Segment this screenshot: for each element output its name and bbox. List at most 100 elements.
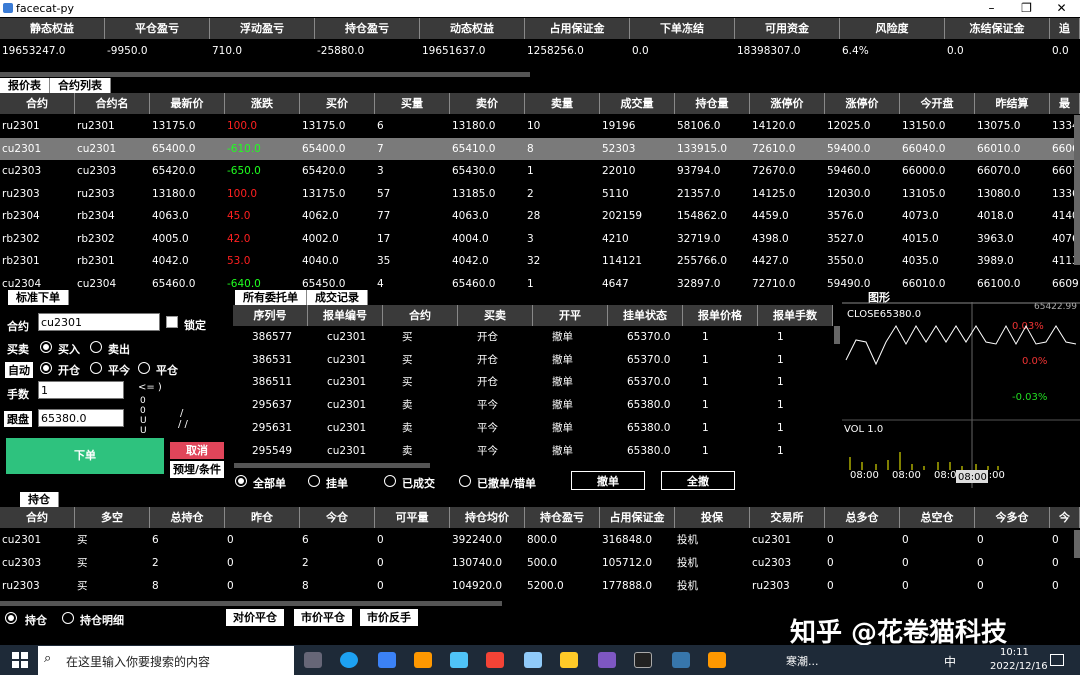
quote-header-col-2[interactable]: 最新价: [150, 93, 225, 114]
preset-order-button[interactable]: 预埋/条件: [170, 461, 224, 478]
tab-trades[interactable]: 成交记录: [307, 290, 368, 305]
edge-browser-icon[interactable]: [340, 652, 358, 668]
contract-input[interactable]: cu2301: [38, 313, 160, 331]
positions-header-col-6[interactable]: 持仓均价: [450, 507, 525, 528]
account-header-col-8[interactable]: 风险度: [840, 18, 945, 39]
positions-header-col-1[interactable]: 多空: [75, 507, 150, 528]
close-radio[interactable]: [138, 362, 150, 374]
account-header-col-4[interactable]: 动态权益: [420, 18, 525, 39]
account-header-col-6[interactable]: 下单冻结: [630, 18, 735, 39]
orders-header-col-4[interactable]: 开平: [533, 305, 608, 326]
quote-header-col-3[interactable]: 涨跌: [225, 93, 300, 114]
account-header-col-2[interactable]: 浮动盈亏: [210, 18, 315, 39]
orders-hscroll[interactable]: [234, 463, 430, 468]
account-header-col-10[interactable]: 追: [1050, 18, 1080, 39]
positions-header-col-13[interactable]: 今多仓: [975, 507, 1050, 528]
quote-header-col-1[interactable]: 合约名: [75, 93, 150, 114]
clock-time[interactable]: 10:11: [1000, 647, 1029, 658]
positions-header-col-11[interactable]: 总多仓: [825, 507, 900, 528]
orders-header-col-7[interactable]: 报单手数: [758, 305, 833, 326]
orders-header-col-3[interactable]: 买卖: [458, 305, 533, 326]
app-icon-4[interactable]: [524, 652, 542, 668]
positions-hscroll[interactable]: [0, 601, 502, 606]
account-header-col-3[interactable]: 持仓盈亏: [315, 18, 420, 39]
order-row[interactable]: 386511 cu2301 买 开仓 撤单 65370.0 1 1: [250, 371, 850, 393]
order-row[interactable]: 386577 cu2301 买开仓 撤单 65370.0 1 1: [250, 326, 850, 348]
positions-header-col-8[interactable]: 占用保证金: [600, 507, 675, 528]
positions-radio[interactable]: [5, 612, 17, 624]
clock-date[interactable]: 2022/12/16: [990, 661, 1048, 672]
quote-header-col-9[interactable]: 持仓量: [675, 93, 750, 114]
positions-header-col-9[interactable]: 投保: [675, 507, 750, 528]
submit-order-button[interactable]: 下单: [6, 438, 164, 474]
quote-header-col-14[interactable]: 最: [1050, 93, 1080, 114]
quote-row[interactable]: cu2304 cu2304 65460.0 -640.0 65450.0 4 65460.0…: [0, 273, 1080, 295]
quote-header-col-4[interactable]: 买价: [300, 93, 375, 114]
quote-header-col-0[interactable]: 合约: [0, 93, 75, 114]
quote-header-col-12[interactable]: 今开盘: [900, 93, 975, 114]
quote-header-col-10[interactable]: 涨停价: [750, 93, 825, 114]
visual-studio-icon[interactable]: [598, 652, 616, 668]
weather-text[interactable]: 寒潮...: [786, 653, 819, 669]
quote-row[interactable]: rb2304 rb2304 4063.0 45.0 4062.0 77 4063.0 28 20…: [0, 205, 1080, 227]
filter-all-radio[interactable]: [235, 475, 247, 487]
quote-vscroll[interactable]: [1074, 115, 1080, 265]
quote-row[interactable]: rb2302 rb2302 4005.0 42.0 4002.0 17 4004.0 3 421…: [0, 228, 1080, 250]
sell-radio[interactable]: [90, 341, 102, 353]
tab-positions[interactable]: 持仓: [20, 492, 59, 507]
filter-filled-radio[interactable]: [384, 475, 396, 487]
orders-header-col-0[interactable]: 序列号: [233, 305, 308, 326]
positions-header-col-10[interactable]: 交易所: [750, 507, 825, 528]
positions-header-col-2[interactable]: 总持仓: [150, 507, 225, 528]
positions-header-col-0[interactable]: 合约: [0, 507, 75, 528]
close-today-radio[interactable]: [90, 362, 102, 374]
ime-indicator[interactable]: 中: [944, 653, 956, 670]
positions-header-col-14[interactable]: 今: [1050, 507, 1080, 528]
quote-header-col-6[interactable]: 卖价: [450, 93, 525, 114]
quote-header-col-7[interactable]: 卖量: [525, 93, 600, 114]
mail-icon[interactable]: [378, 652, 396, 668]
account-header-col-7[interactable]: 可用资金: [735, 18, 840, 39]
orders-header-col-1[interactable]: 报单编号: [308, 305, 383, 326]
price-input[interactable]: 65380.0: [38, 409, 124, 427]
qty-stepper-glyph[interactable]: <= ): [138, 382, 162, 393]
tab-quotes[interactable]: 报价表: [0, 78, 50, 93]
market-reverse-button[interactable]: 市价反手: [360, 609, 418, 626]
account-header-col-0[interactable]: 静态权益: [0, 18, 105, 39]
positions-header-col-7[interactable]: 持仓盈亏: [525, 507, 600, 528]
order-row[interactable]: 295637 cu2301 卖 平今 撤单 65380.0 1 1: [250, 394, 850, 416]
app-icon-1[interactable]: [414, 652, 432, 668]
positions-header-col-3[interactable]: 昨仓: [225, 507, 300, 528]
qty-input[interactable]: 1: [38, 381, 124, 399]
app-icon-3[interactable]: [486, 652, 504, 668]
task-view-icon[interactable]: [304, 652, 322, 668]
orders-header-col-5[interactable]: 挂单状态: [608, 305, 683, 326]
positions-header-col-12[interactable]: 总空仓: [900, 507, 975, 528]
file-explorer-icon[interactable]: [560, 652, 578, 668]
order-row[interactable]: 295631 cu2301 卖 平今 撤单 65380.0 1 1: [250, 417, 850, 439]
orders-header-col-2[interactable]: 合约: [383, 305, 458, 326]
account-header-col-9[interactable]: 冻结保证金: [945, 18, 1050, 39]
lock-checkbox[interactable]: [166, 316, 178, 328]
position-row[interactable]: cu2301 买 6 0 6 0 392240.0 800.0 316848.0 投机 cu2301…: [0, 529, 1080, 551]
quote-header-col-11[interactable]: 涨停价: [825, 93, 900, 114]
positions-header-col-5[interactable]: 可平量: [375, 507, 450, 528]
auto-button[interactable]: 自动: [5, 362, 33, 378]
filter-pending-radio[interactable]: [308, 475, 320, 487]
app-icon-2[interactable]: [450, 652, 468, 668]
quote-header-col-13[interactable]: 昨结算: [975, 93, 1050, 114]
buy-radio[interactable]: [40, 341, 52, 353]
market-close-button[interactable]: 市价平仓: [294, 609, 352, 626]
tab-all-orders[interactable]: 所有委托单: [235, 290, 307, 305]
account-header-col-1[interactable]: 平仓盈亏: [105, 18, 210, 39]
account-header-col-5[interactable]: 占用保证金: [525, 18, 630, 39]
quote-row[interactable]: rb2301 rb2301 4042.0 53.0 4040.0 35 4042.0 32 11…: [0, 250, 1080, 272]
orders-vscroll[interactable]: [834, 326, 840, 344]
quote-row[interactable]: cu2303 cu2303 65420.0 -650.0 65420.0 3 65430.0…: [0, 160, 1080, 182]
tab-contracts[interactable]: 合约列表: [50, 78, 111, 93]
quote-header-col-5[interactable]: 买量: [375, 93, 450, 114]
order-row[interactable]: 386531 cu2301 买 开仓 撤单 65370.0 1 1: [250, 349, 850, 371]
filter-cancelled-radio[interactable]: [459, 475, 471, 487]
windows-start-icon[interactable]: [12, 652, 28, 668]
follow-price-button[interactable]: 跟盘: [4, 411, 32, 427]
